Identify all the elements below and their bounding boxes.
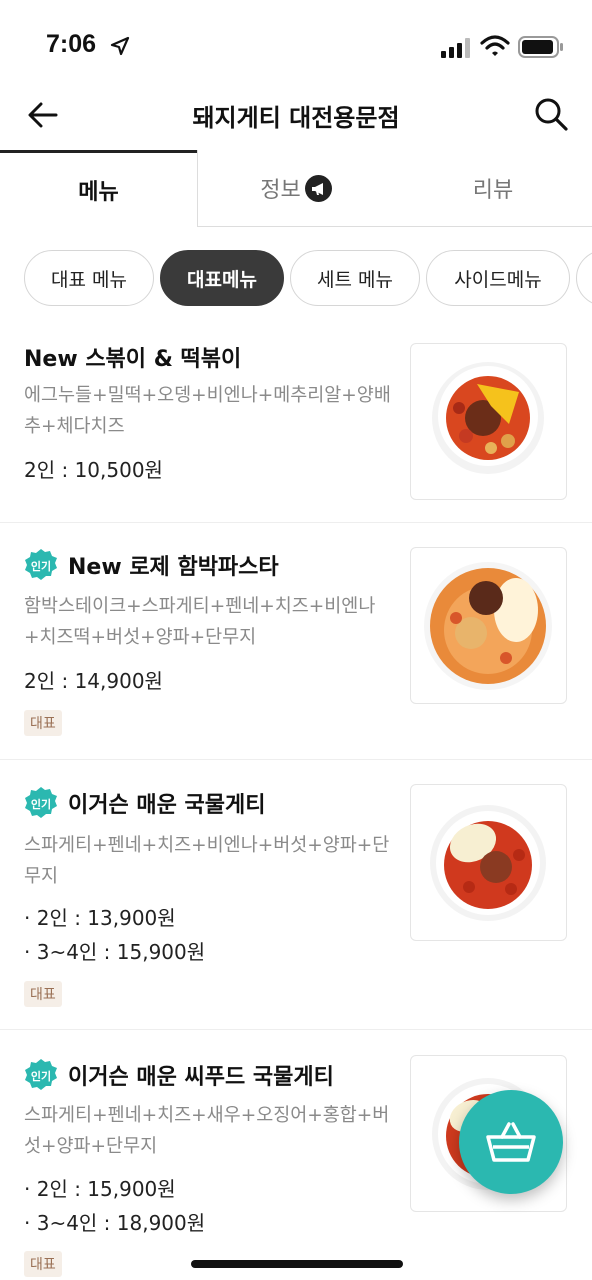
menu-item-name: New 스볶이 & 떡볶이 xyxy=(24,341,241,373)
signature-tag: 대표 xyxy=(24,710,62,736)
home-indicator[interactable] xyxy=(191,1260,403,1268)
tab-info-label: 정보 xyxy=(260,178,301,203)
signature-tag: 대표 xyxy=(24,981,62,1007)
popular-badge-text: 인기 xyxy=(31,1069,51,1083)
menu-item-price: · 3~4인 : 15,900원 xyxy=(24,940,206,964)
menu-item-photo xyxy=(410,343,567,500)
tab-info[interactable]: 정보 xyxy=(197,150,394,227)
menu-item-name: 인기 이거슨 매운 씨푸드 국물게티 xyxy=(24,1058,334,1092)
basket-icon xyxy=(486,1122,536,1162)
signal-icon xyxy=(441,38,470,58)
menu-item-description: 에그누들+밀떡+오뎅+비엔나+메추리알+양배추+체다치즈 xyxy=(24,385,391,437)
chip-set-menu[interactable]: 세트 메뉴 xyxy=(290,250,420,306)
popular-badge-icon: 인기 xyxy=(25,549,57,580)
popular-badge-icon: 인기 xyxy=(25,787,57,818)
status-time: 7:06 xyxy=(46,30,97,58)
menu-item-description: 스파게티+펜네+치즈+비엔나+버섯+양파+단무지 xyxy=(24,835,390,887)
chip-signature-menu-active[interactable]: 대표메뉴 xyxy=(160,250,284,306)
menu-item[interactable]: 인기 이거슨 매운 국물게티 스파게티+펜네+치즈+비엔나+버섯+양파+단무지 … xyxy=(0,760,592,1030)
menu-item-photo xyxy=(410,784,567,941)
popular-badge-icon: 인기 xyxy=(25,1059,57,1090)
popular-badge-text: 인기 xyxy=(31,797,51,811)
menu-item-price: · 2인 : 15,900원 xyxy=(24,1177,176,1201)
chip-label: 세트 메뉴 xyxy=(317,268,393,291)
chip-label: 사이드메뉴 xyxy=(454,268,542,291)
page-title: 돼지게티 대전용문점 xyxy=(192,104,400,132)
menu-item-price: 2인 : 10,500원 xyxy=(24,458,163,482)
menu-item-description: 스파게티+펜네+치즈+새우+오징어+홍합+버섯+양파+단무지 xyxy=(24,1105,390,1157)
header: 돼지게티 대전용문점 xyxy=(0,94,592,150)
menu-item-name-text: 이거슨 매운 씨푸드 국물게티 xyxy=(68,1065,334,1090)
chip-next-partial[interactable] xyxy=(576,250,592,306)
signature-tag: 대표 xyxy=(24,1251,62,1277)
menu-item-name: 인기 이거슨 매운 국물게티 xyxy=(24,786,265,820)
menu-item-name-text: 이거슨 매운 국물게티 xyxy=(68,793,266,818)
tab-menu[interactable]: 메뉴 xyxy=(0,150,197,227)
location-arrow-icon xyxy=(110,36,130,56)
menu-item-name-text: New 스볶이 & 떡볶이 xyxy=(24,347,242,372)
tab-review[interactable]: 리뷰 xyxy=(394,150,592,227)
chip-side-menu[interactable]: 사이드메뉴 xyxy=(426,250,570,306)
tab-menu-label: 메뉴 xyxy=(78,180,119,205)
menu-item-price: · 2인 : 13,900원 xyxy=(24,906,176,930)
menu-item-name-text: New 로제 함박파스타 xyxy=(68,555,279,580)
wifi-icon xyxy=(480,35,510,56)
popular-badge-text: 인기 xyxy=(31,559,51,573)
tab-review-label: 리뷰 xyxy=(472,178,514,203)
chip-label: 대표메뉴 xyxy=(187,268,257,291)
menu-item-price: 2인 : 14,900원 xyxy=(24,669,163,693)
category-chips: 대표 메뉴 대표메뉴 세트 메뉴 사이드메뉴 xyxy=(0,250,592,308)
menu-item[interactable]: New 스볶이 & 떡볶이 에그누들+밀떡+오뎅+비엔나+메추리알+양배추+체다… xyxy=(0,325,592,523)
chip-signature-menu[interactable]: 대표 메뉴 xyxy=(24,250,154,306)
menu-item-name: 인기 New 로제 함박파스타 xyxy=(24,548,279,582)
cart-button[interactable] xyxy=(459,1090,563,1194)
menu-item-description: 함박스테이크+스파게티+펜네+치즈+비엔나+치즈떡+버섯+양파+단무지 xyxy=(24,596,376,648)
status-bar: 7:06 xyxy=(0,0,592,94)
menu-item-photo xyxy=(410,547,567,704)
battery-icon xyxy=(518,36,563,58)
tab-bar: 메뉴 정보 리뷰 xyxy=(0,150,592,227)
megaphone-icon xyxy=(304,174,332,202)
chip-label: 대표 메뉴 xyxy=(51,268,127,291)
menu-item-price: · 3~4인 : 18,900원 xyxy=(24,1211,206,1235)
search-icon[interactable] xyxy=(533,96,569,132)
menu-item[interactable]: 인기 New 로제 함박파스타 함박스테이크+스파게티+펜네+치즈+비엔나+치즈… xyxy=(0,523,592,760)
